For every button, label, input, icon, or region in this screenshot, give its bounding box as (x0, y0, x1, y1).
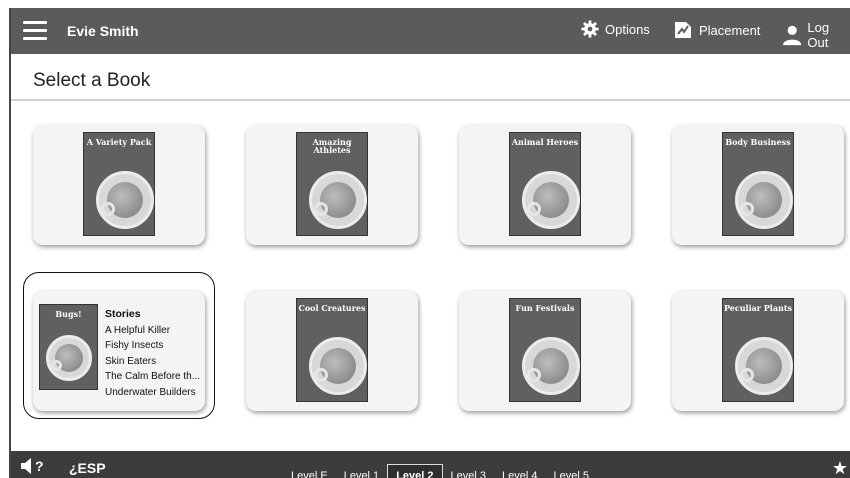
logout-button[interactable]: Log Out (783, 20, 850, 50)
book-title: Bugs! (55, 309, 82, 319)
app-frame: Evie Smith Options Placement Log Out Sel… (9, 8, 850, 478)
story-item[interactable]: Fishy Insects (105, 338, 200, 354)
level-tab-active[interactable]: Level 2 (387, 464, 443, 478)
level-tab[interactable]: Level 1 (336, 470, 387, 478)
menu-icon[interactable] (23, 21, 47, 41)
page-title: Select a Book (33, 70, 151, 91)
book-title: Amazing Athletes (312, 137, 352, 155)
logout-label: Log Out (807, 20, 830, 50)
book-cover: Body Business (722, 132, 794, 236)
star-icon[interactable]: ★ (832, 458, 848, 478)
book-card-fun-festivals[interactable]: Fun Festivals (459, 291, 631, 411)
speaker-icon (21, 458, 31, 474)
level-tab[interactable]: Level 5 (545, 470, 596, 478)
sound-help-label: ? (35, 458, 44, 474)
options-button[interactable]: Options (581, 20, 650, 38)
book-title: Peculiar Plants (723, 303, 793, 313)
magnifier-badge (309, 171, 367, 229)
magnifier-badge (522, 337, 580, 395)
story-item[interactable]: A Helpful Killer (105, 323, 200, 339)
book-cover: Fun Festivals (509, 298, 581, 402)
magnifier-badge (522, 171, 580, 229)
sound-help-button[interactable]: ? (21, 458, 44, 474)
book-cover: Bugs! (39, 304, 98, 390)
book-card-body-business[interactable]: Body Business (672, 125, 844, 245)
book-title: Animal Heroes (511, 137, 579, 147)
esp-toggle[interactable]: ¿ESP (69, 460, 106, 476)
magnifier-badge (735, 337, 793, 395)
placement-label: Placement (699, 22, 761, 38)
book-card-peculiar-plants[interactable]: Peculiar Plants (672, 291, 844, 411)
title-bar: Select a Book (11, 54, 850, 101)
story-item[interactable]: Skin Eaters (105, 354, 200, 370)
book-title: A Variety Pack (86, 137, 152, 147)
story-list: Stories A Helpful Killer Fishy Insects S… (105, 307, 200, 400)
book-cover: Peculiar Plants (722, 298, 794, 402)
book-title: Body Business (725, 137, 791, 147)
book-card-a-variety-pack[interactable]: A Variety Pack (33, 125, 205, 245)
story-item[interactable]: The Calm Before th... (105, 369, 200, 385)
book-card-bugs[interactable]: Bugs! Stories A Helpful Killer Fishy Ins… (33, 291, 205, 411)
magnifier-badge (46, 335, 92, 381)
placement-button[interactable]: Placement (673, 20, 760, 40)
magnifier-badge (309, 337, 367, 395)
book-title: Fun Festivals (515, 303, 575, 313)
level-tabs: Level E Level 1 Level 2 Level 3 Level 4 … (283, 451, 597, 478)
level-tab[interactable]: Level E (283, 470, 336, 478)
book-cover: Cool Creatures (296, 298, 368, 402)
book-card-animal-heroes[interactable]: Animal Heroes (459, 125, 631, 245)
gear-icon (581, 20, 599, 38)
book-cover: Animal Heroes (509, 132, 581, 236)
magnifier-badge (735, 171, 793, 229)
book-cover: A Variety Pack (83, 132, 155, 236)
options-label: Options (605, 21, 650, 37)
book-card-cool-creatures[interactable]: Cool Creatures (246, 291, 418, 411)
story-item[interactable]: Underwater Builders (105, 385, 200, 401)
book-card-amazing-athletes[interactable]: Amazing Athletes (246, 125, 418, 245)
magnifier-badge (96, 171, 154, 229)
bottom-bar: ? ¿ESP Level E Level 1 Level 2 Level 3 L… (11, 451, 850, 478)
book-cover: Amazing Athletes (296, 132, 368, 236)
level-tab[interactable]: Level 3 (443, 470, 494, 478)
stories-heading: Stories (105, 308, 141, 320)
placement-icon (675, 22, 691, 38)
top-bar: Evie Smith Options Placement Log Out (11, 8, 850, 54)
user-name: Evie Smith (67, 23, 139, 39)
level-tab[interactable]: Level 4 (494, 470, 545, 478)
user-icon (783, 25, 802, 46)
book-title: Cool Creatures (298, 303, 366, 313)
